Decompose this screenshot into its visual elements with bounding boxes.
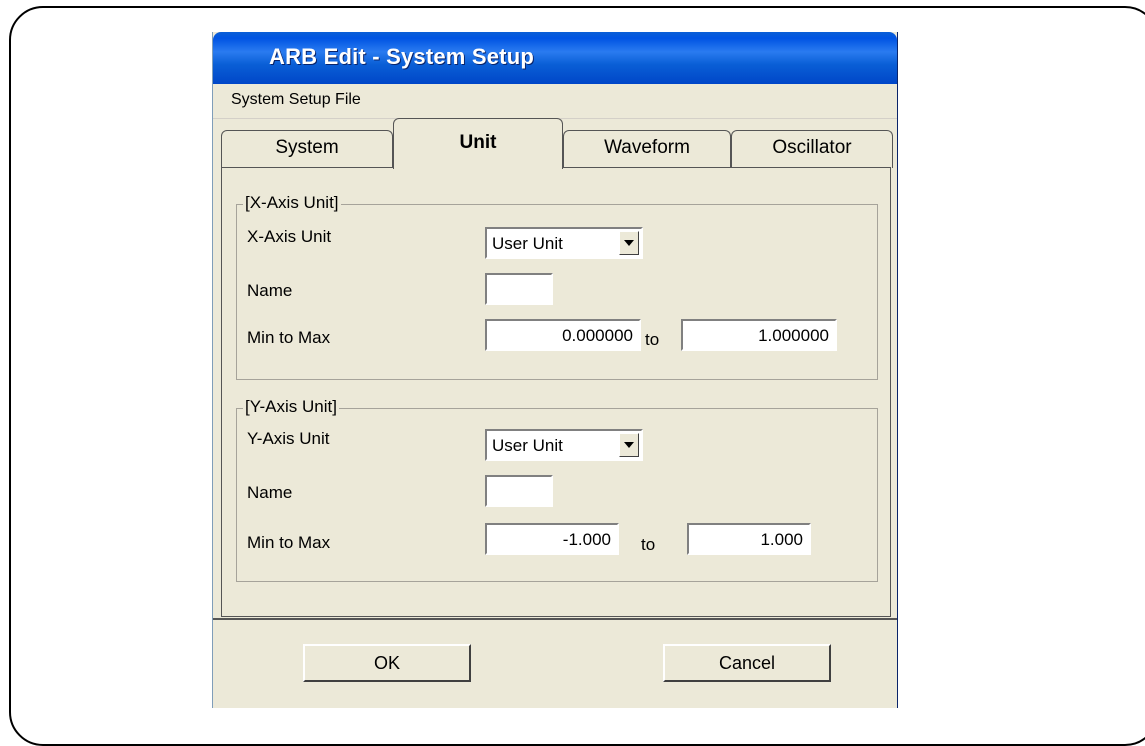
title-bar[interactable]: ARB Edit - System Setup <box>213 32 897 84</box>
y-axis-name-input[interactable] <box>485 475 553 507</box>
tab-waveform[interactable]: Waveform <box>563 130 731 168</box>
system-setup-dialog: ARB Edit - System Setup System Setup Fil… <box>212 32 898 708</box>
x-axis-to-label: to <box>645 330 660 349</box>
x-axis-unit-group: [X-Axis Unit] X-Axis Unit User Unit Name… <box>236 193 878 380</box>
y-axis-group-label: [Y-Axis Unit] <box>243 397 339 417</box>
x-axis-name-input[interactable] <box>485 273 553 305</box>
window-title: ARB Edit - System Setup <box>269 44 534 69</box>
chevron-down-icon[interactable] <box>619 433 639 457</box>
y-axis-unit-label: Y-Axis Unit <box>247 429 330 448</box>
menu-system-setup-file[interactable]: System Setup File <box>231 91 361 109</box>
x-axis-range-label: Min to Max <box>247 328 331 347</box>
y-axis-name-label: Name <box>247 483 293 502</box>
tab-oscillator[interactable]: Oscillator <box>731 130 893 168</box>
ok-button[interactable]: OK <box>303 644 471 682</box>
y-axis-to-label: to <box>641 535 656 554</box>
x-axis-name-label: Name <box>247 281 293 300</box>
cancel-button[interactable]: Cancel <box>663 644 831 682</box>
y-axis-unit-select[interactable]: User Unit <box>485 429 643 461</box>
y-axis-range-label: Min to Max <box>247 533 331 552</box>
x-axis-max-input[interactable]: 1.000000 <box>681 319 837 351</box>
y-axis-unit-group: [Y-Axis Unit] Y-Axis Unit User Unit Name… <box>236 397 878 582</box>
x-axis-group-label: [X-Axis Unit] <box>243 193 341 213</box>
menu-bar: System Setup File <box>213 84 897 119</box>
tab-unit[interactable]: Unit <box>393 118 563 169</box>
unit-tab-panel: [X-Axis Unit] X-Axis Unit User Unit Name… <box>221 167 891 617</box>
y-axis-max-input[interactable]: 1.000 <box>687 523 811 555</box>
tab-strip: System Unit Waveform Oscillator <box>221 118 893 169</box>
chevron-down-icon[interactable] <box>619 231 639 255</box>
x-axis-unit-label: X-Axis Unit <box>247 227 332 246</box>
y-axis-min-input[interactable]: -1.000 <box>485 523 619 555</box>
x-axis-unit-select[interactable]: User Unit <box>485 227 643 259</box>
tab-system[interactable]: System <box>221 130 393 168</box>
button-bar: OK Cancel <box>213 618 897 710</box>
y-axis-unit-value: User Unit <box>492 436 563 455</box>
x-axis-min-input[interactable]: 0.000000 <box>485 319 641 351</box>
x-axis-unit-value: User Unit <box>492 234 563 253</box>
